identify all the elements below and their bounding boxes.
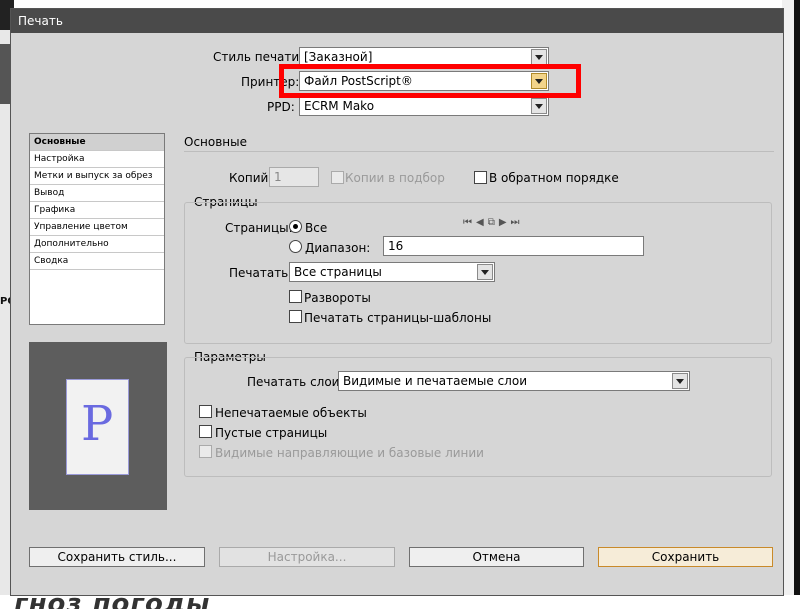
sidebar-item-advanced[interactable]: Дополнительно [30,236,164,253]
section-divider [184,151,774,152]
pages-all-radio[interactable] [289,220,302,233]
print-layers-select[interactable]: Видимые и печатаемые слои [338,371,690,391]
background-bottom-edge: гноз погоды [0,595,800,609]
sidebar-item-graphics[interactable]: Графика [30,202,164,219]
pages-all-label: Все [305,221,328,235]
nonprinting-objects-label: Непечатаемые объекты [215,406,367,420]
preview-glyph: P [81,396,114,452]
print-layers-label: Печатать слои: [247,375,344,389]
category-list: Основные Настройка Метки и выпуск за обр… [29,133,165,325]
print-pages-select[interactable]: Все страницы [289,262,495,282]
chevron-down-icon[interactable] [531,49,547,65]
print-dialog: Печать Стиль печати: [Заказной] Принтер:… [10,8,784,596]
collate-label: Копии в подбор [345,171,445,185]
print-style-value: [Заказной] [304,50,373,64]
chevron-down-icon[interactable] [672,373,688,389]
print-pages-label: Печатать: [229,266,293,280]
reverse-order-label: В обратном порядке [489,171,619,185]
blank-pages-checkbox[interactable] [199,425,212,438]
sidebar-item-output[interactable]: Вывод [30,185,164,202]
print-masters-label: Печатать страницы-шаблоны [304,311,492,325]
save-button[interactable]: Сохранить [598,547,773,567]
page-preview: P [29,342,167,510]
pages-range-input[interactable]: 16 [383,236,644,256]
spreads-label: Развороты [304,291,371,305]
nonprinting-objects-checkbox[interactable] [199,405,212,418]
chevron-down-icon[interactable] [531,98,547,114]
background-right-edge [782,0,800,609]
print-pages-value: Все страницы [294,265,382,279]
visible-guides-label: Видимые направляющие и базовые линии [215,446,484,460]
ppd-value: ECRM Mako [304,99,375,113]
dialog-title: Печать [11,9,783,33]
sidebar-item-color-management[interactable]: Управление цветом [30,219,164,236]
sidebar-item-setup[interactable]: Настройка [30,151,164,168]
blank-pages-label: Пустые страницы [215,426,328,440]
background-scrollbar [794,0,800,609]
chevron-down-icon[interactable] [477,264,493,280]
highlight-annotation [279,64,581,98]
print-masters-checkbox[interactable] [289,310,302,323]
pages-range-radio[interactable] [289,240,302,253]
visible-guides-checkbox[interactable] [199,445,212,458]
sidebar-item-general[interactable]: Основные [30,134,164,151]
reverse-order-checkbox[interactable] [474,171,487,184]
pages-label: Страницы: [225,221,293,235]
copies-input[interactable]: 1 [269,167,319,187]
sidebar-item-marks-bleed[interactable]: Метки и выпуск за обрез [30,168,164,185]
print-layers-value: Видимые и печатаемые слои [343,374,527,388]
pages-range-label: Диапазон: [305,241,371,255]
background-headline: гноз погоды [14,595,210,609]
setup-button[interactable]: Настройка... [219,547,395,567]
spreads-checkbox[interactable] [289,290,302,303]
save-style-button[interactable]: Сохранить стиль... [29,547,205,567]
cancel-button[interactable]: Отмена [409,547,584,567]
copies-label: Копий: [229,171,273,185]
page-navigation-icons: ⏮◀⧉▶⏭ [463,217,524,228]
ppd-select[interactable]: ECRM Mako [299,96,549,116]
collate-checkbox[interactable] [331,171,344,184]
sidebar-item-summary[interactable]: Сводка [30,253,164,270]
section-heading: Основные [184,135,248,149]
ppd-label: PPD: [267,100,295,114]
preview-page: P [66,379,129,475]
print-style-label: Стиль печати: [213,50,304,64]
